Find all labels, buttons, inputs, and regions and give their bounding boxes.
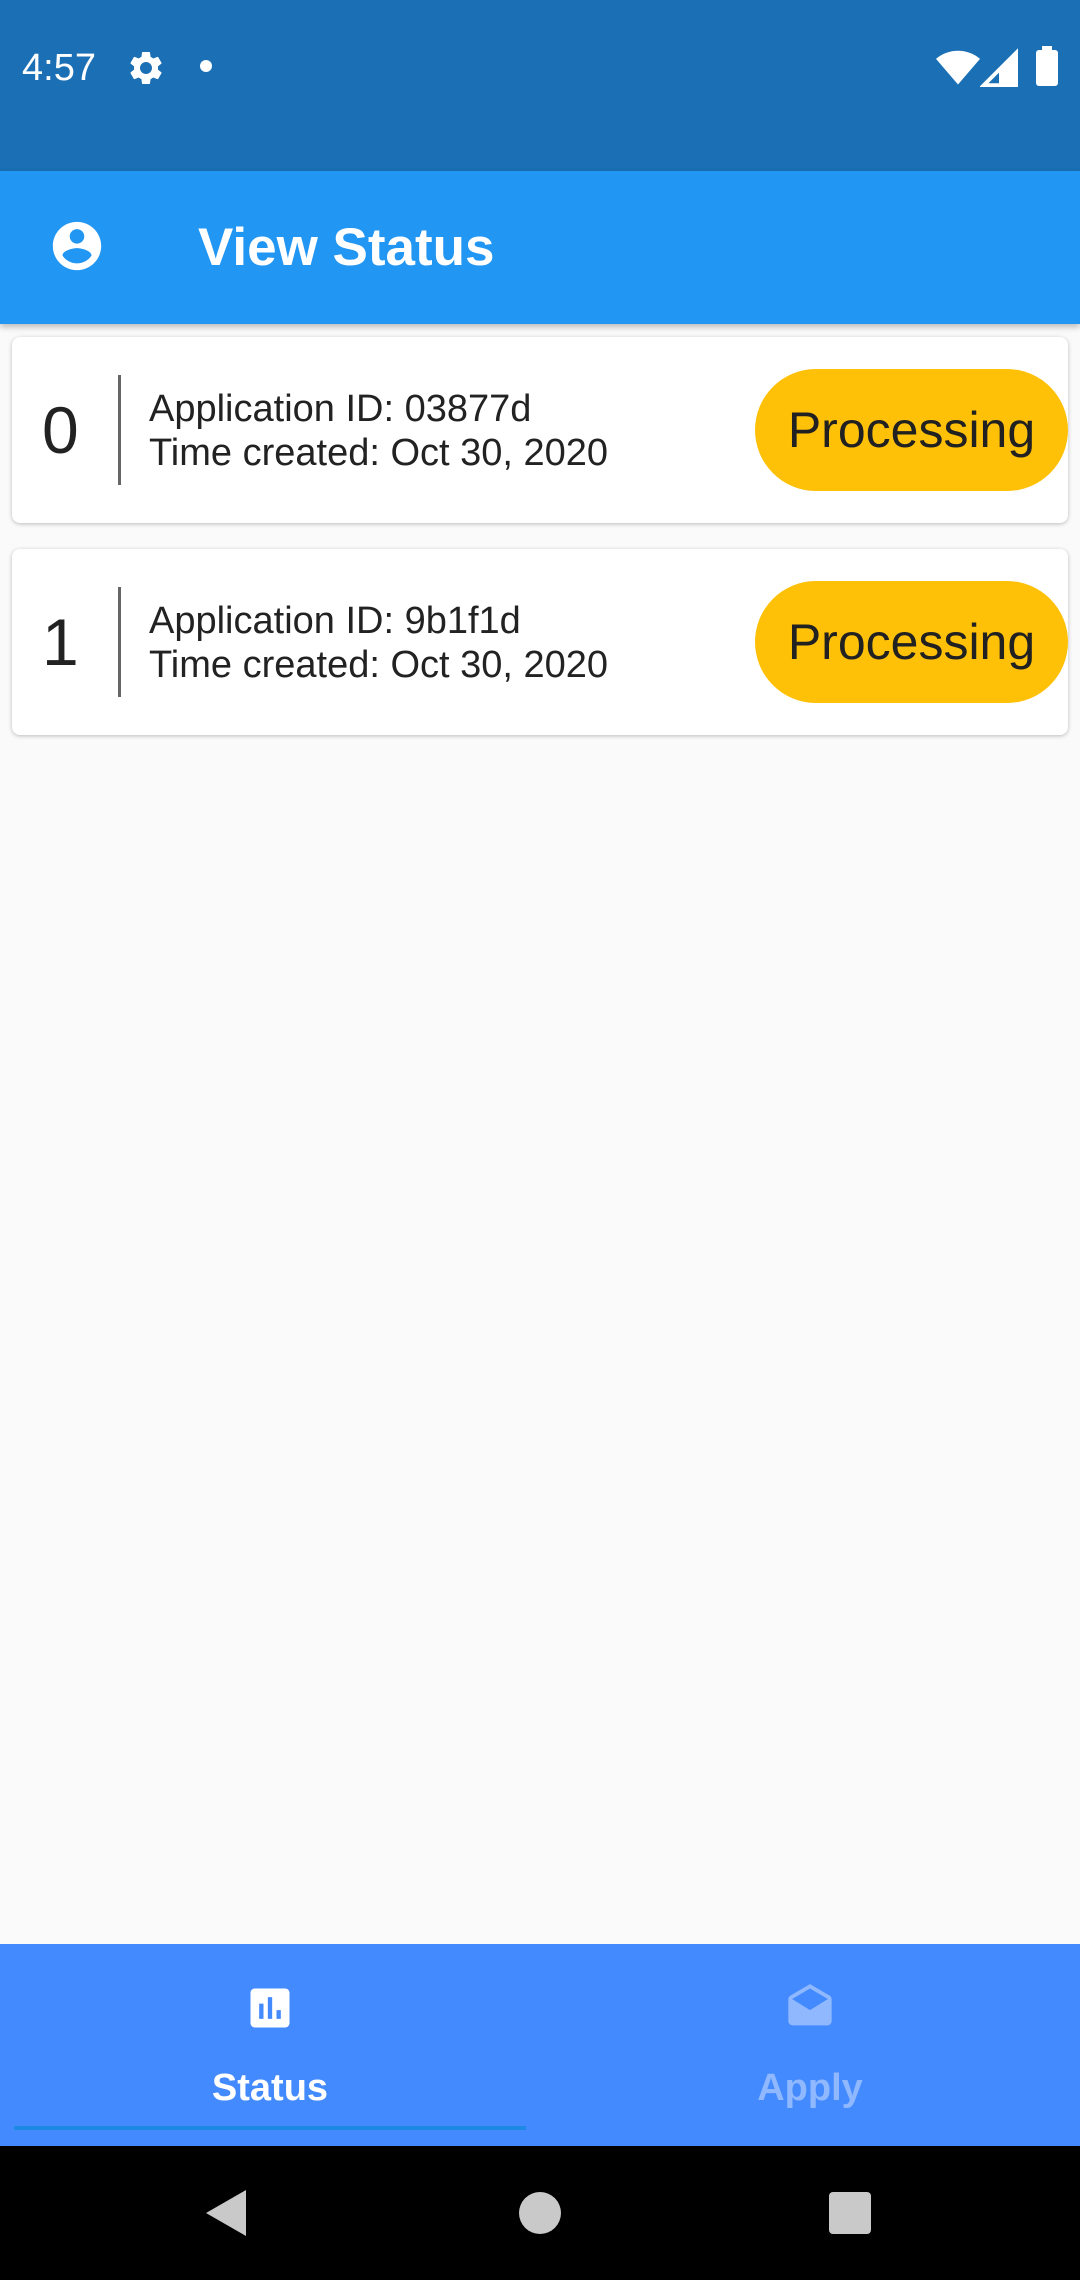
account-circle-icon[interactable] — [48, 217, 106, 275]
system-navigation-bar — [0, 2146, 1080, 2280]
application-info: Application ID: 9b1f1d Time created: Oct… — [149, 599, 608, 687]
application-card[interactable]: 0 Application ID: 03877d Time created: O… — [12, 337, 1068, 523]
nav-tab-status[interactable]: Status — [0, 1944, 540, 2146]
wifi-icon — [936, 50, 980, 85]
application-id: Application ID: 03877d — [149, 388, 532, 430]
nav-tab-apply[interactable]: Apply — [540, 1944, 1080, 2146]
home-icon[interactable] — [519, 2192, 561, 2234]
app-bar: View Status — [0, 171, 1080, 324]
card-divider — [118, 587, 121, 697]
status-bar: 4:57 — [0, 0, 1080, 171]
application-index: 0 — [42, 393, 79, 467]
application-card[interactable]: 1 Application ID: 9b1f1d Time created: O… — [12, 549, 1068, 735]
application-id: Application ID: 9b1f1d — [149, 600, 521, 642]
battery-icon — [1036, 46, 1058, 86]
application-time-created: Time created: Oct 30, 2020 — [149, 644, 609, 686]
status-badge[interactable]: Processing — [755, 369, 1068, 491]
back-icon[interactable] — [206, 2190, 246, 2236]
application-info: Application ID: 03877d Time created: Oct… — [149, 387, 608, 475]
settings-icon — [130, 51, 162, 84]
card-divider — [118, 375, 121, 485]
application-index: 1 — [42, 605, 79, 679]
application-time-created: Time created: Oct 30, 2020 — [149, 432, 609, 474]
drafts-icon — [788, 1984, 832, 2026]
status-bar-time: 4:57 — [22, 47, 96, 89]
notification-dot-icon — [200, 60, 212, 72]
selected-tab-indicator — [14, 2126, 526, 2130]
nav-tab-apply-label: Apply — [757, 2067, 863, 2109]
status-badge[interactable]: Processing — [755, 581, 1068, 703]
bar-chart-icon — [250, 1988, 290, 2028]
recent-apps-icon[interactable] — [829, 2192, 871, 2234]
page-title: View Status — [198, 218, 495, 277]
nav-tab-status-label: Status — [211, 2067, 329, 2109]
bottom-navigation: Status Apply — [0, 1944, 1080, 2146]
cell-signal-icon — [980, 48, 1018, 87]
